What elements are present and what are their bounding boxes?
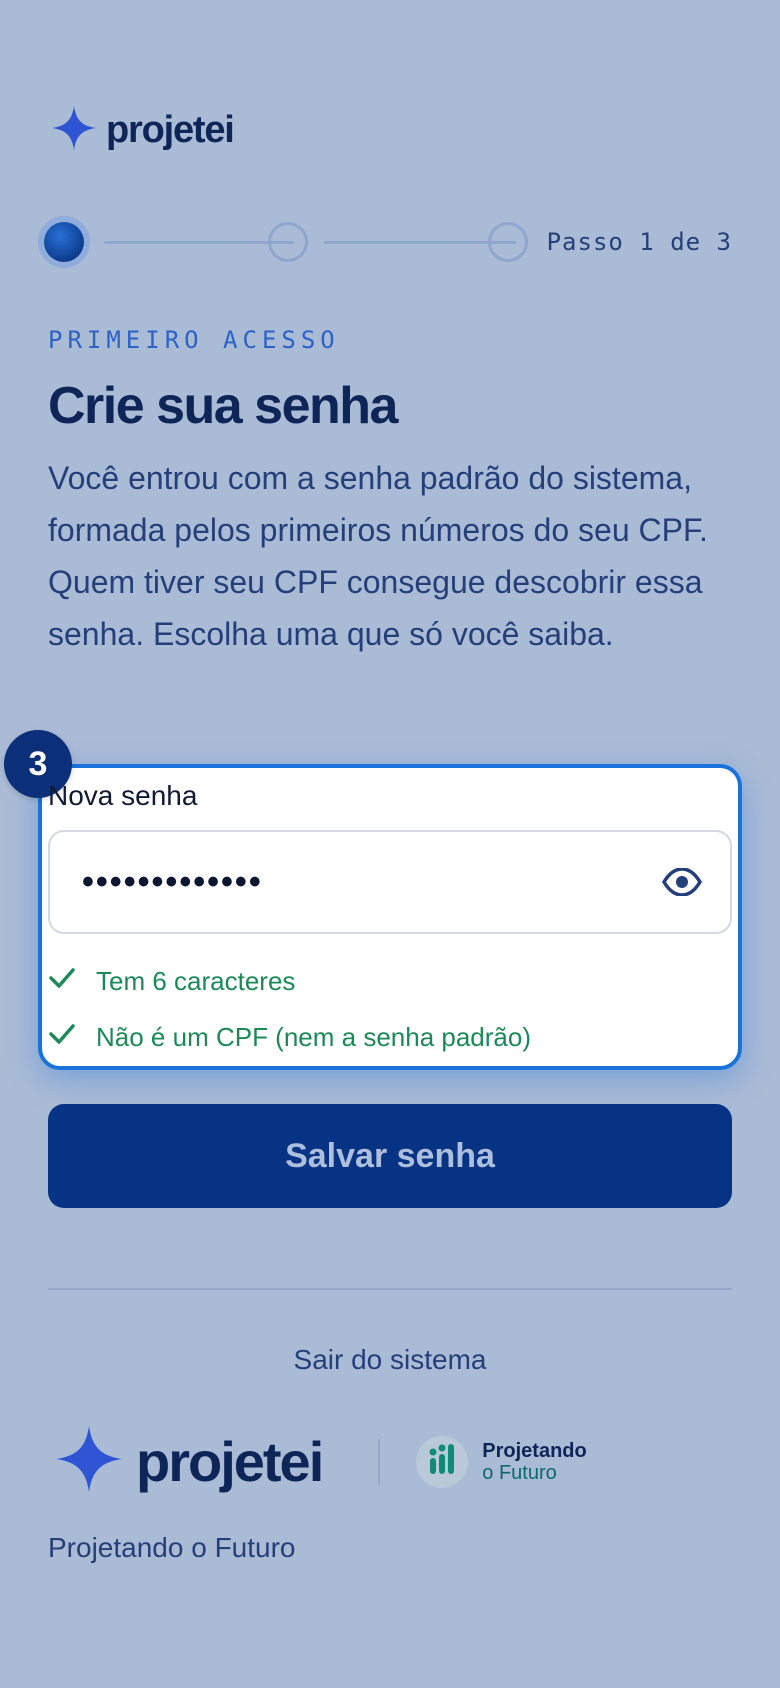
rule-text: Tem 6 caracteres [96, 966, 296, 996]
password-value: ••••••••••••• [82, 862, 263, 901]
header-logo: projetei [52, 106, 235, 155]
brand-name: projetei [106, 109, 235, 151]
sparkle-star-icon [56, 1426, 122, 1497]
step-2-indicator [268, 222, 308, 262]
save-password-button[interactable]: Salvar senha [48, 1104, 732, 1208]
bar-chart-icon [416, 1435, 469, 1488]
step-connector [104, 241, 294, 244]
progress-stepper: Passo 1 de 3 [40, 218, 740, 274]
checkmark-icon [48, 1022, 76, 1053]
section-eyebrow: PRIMEIRO ACESSO [48, 326, 340, 354]
footer-tagline: Projetando o Futuro [48, 1532, 296, 1563]
page-description: Você entrou com a senha padrão do sistem… [48, 460, 708, 652]
checkmark-icon [48, 966, 76, 997]
eye-icon[interactable] [662, 862, 702, 902]
partner-line-1: Projetando [482, 1439, 587, 1462]
rule-text: Não é um CPF (nem a senha padrão) [96, 1022, 531, 1052]
footer-brand-name: projetei [136, 1430, 324, 1493]
footer-logos: projetei Projetando o Futuro [56, 1426, 587, 1497]
step-progress-text: Passo 1 de 3 [546, 228, 732, 256]
sparkle-star-icon [52, 106, 96, 155]
rule-length: Tem 6 caracteres [48, 966, 295, 997]
page-title: Crie sua senha [48, 377, 398, 435]
password-label: Nova senha [48, 780, 198, 811]
new-password-input[interactable]: ••••••••••••• [48, 830, 732, 934]
partner-line-2: o Futuro [482, 1461, 557, 1484]
divider [48, 1288, 732, 1290]
logo-separator [378, 1438, 381, 1485]
logout-link[interactable]: Sair do sistema [0, 1344, 780, 1376]
step-1-indicator [44, 222, 84, 262]
step-3-indicator [488, 222, 528, 262]
rule-not-cpf: Não é um CPF (nem a senha padrão) [48, 1022, 531, 1053]
partner-name: Projetando o Futuro [482, 1440, 586, 1484]
